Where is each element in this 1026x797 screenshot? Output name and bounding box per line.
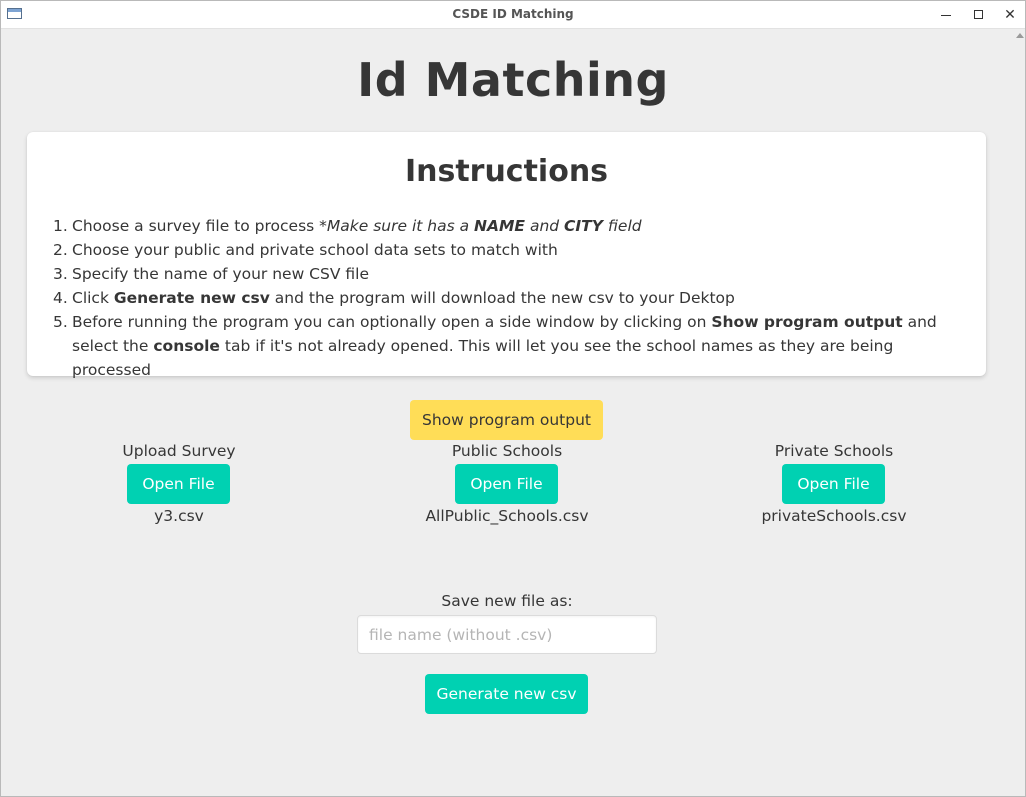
step-text: Make sure it has a <box>326 217 475 235</box>
step-text: Generate new csv <box>113 289 270 307</box>
private-schools-label: Private Schools <box>774 442 894 460</box>
upload-survey-filename: y3.csv <box>154 507 204 525</box>
step-number: 2. <box>53 241 68 259</box>
step-text: CITY <box>564 217 603 235</box>
instruction-step: 4. Click Generate new csv and the program… <box>53 286 973 310</box>
step-text: Choose your public and private school da… <box>72 241 558 259</box>
title-bar: CSDE ID Matching ✕ <box>1 1 1025 29</box>
instructions-title: Instructions <box>404 154 609 189</box>
upload-survey-label: Upload Survey <box>122 442 236 460</box>
instruction-step: 2. Choose your public and private school … <box>53 238 973 262</box>
instruction-step: 3. Specify the name of your new CSV file <box>53 262 973 286</box>
instructions-card: Instructions 1. Choose a survey file to p… <box>27 132 986 379</box>
close-icon[interactable]: ✕ <box>999 5 1021 25</box>
step-text: and the program will download the new cs… <box>269 289 735 307</box>
upload-survey-open-file-button[interactable]: Open File <box>127 464 230 504</box>
minimize-icon[interactable] <box>935 5 957 25</box>
instruction-step: 5. Before running the program you can opt… <box>53 310 973 382</box>
instructions-list: 1. Choose a survey file to process *Make … <box>53 214 973 382</box>
maximize-icon[interactable] <box>967 5 989 25</box>
step-text: console <box>153 337 220 355</box>
show-program-output-button[interactable]: Show program output <box>410 400 603 440</box>
private-schools-filename: privateSchools.csv <box>761 507 907 525</box>
public-schools-label: Public Schools <box>451 442 563 460</box>
generate-new-csv-button[interactable]: Generate new csv <box>425 674 588 714</box>
step-number: 3. <box>53 265 68 283</box>
private-schools-open-file-button[interactable]: Open File <box>782 464 885 504</box>
step-text: Click <box>72 289 114 307</box>
scroll-up-arrow-icon[interactable] <box>1016 33 1024 38</box>
step-text: Specify the name of your new CSV file <box>72 265 369 283</box>
window-title: CSDE ID Matching <box>452 7 574 21</box>
page-title: Id Matching <box>357 53 669 107</box>
step-number: 5. <box>53 313 68 331</box>
step-text: Before running the program you can optio… <box>72 313 712 331</box>
public-schools-filename: AllPublic_Schools.csv <box>425 507 589 525</box>
step-text: and <box>525 217 565 235</box>
step-number: 4. <box>53 289 68 307</box>
step-text: NAME <box>474 217 526 235</box>
app-window: CSDE ID Matching ✕ Id Matching Instructi… <box>0 0 1026 797</box>
public-schools-open-file-button[interactable]: Open File <box>455 464 558 504</box>
instruction-step: 1. Choose a survey file to process *Make … <box>53 214 973 238</box>
step-text: Choose a survey file to process * <box>72 217 327 235</box>
step-text: Show program output <box>711 313 903 331</box>
step-number: 1. <box>53 217 68 235</box>
file-name-input[interactable] <box>357 615 657 654</box>
step-text: field <box>602 217 642 235</box>
save-file-label: Save new file as: <box>441 592 573 610</box>
